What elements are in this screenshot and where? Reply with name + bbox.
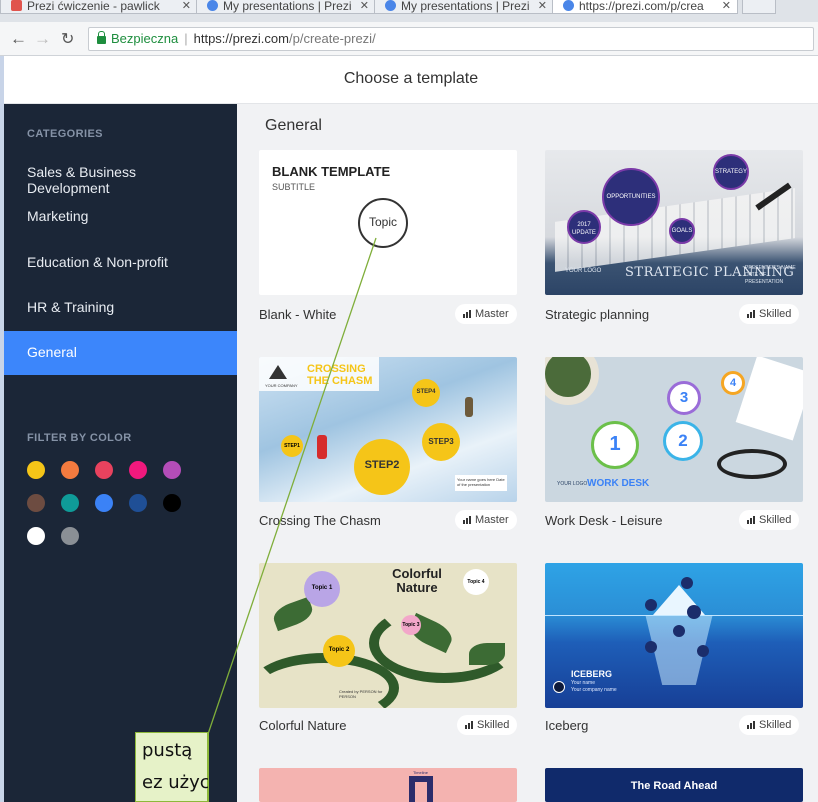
- callout-line-1: pustą: [142, 740, 193, 761]
- callout-line-2: ez użycia: [142, 772, 208, 793]
- callout-leader-line: [205, 237, 377, 741]
- annotation-overlay: [205, 237, 377, 741]
